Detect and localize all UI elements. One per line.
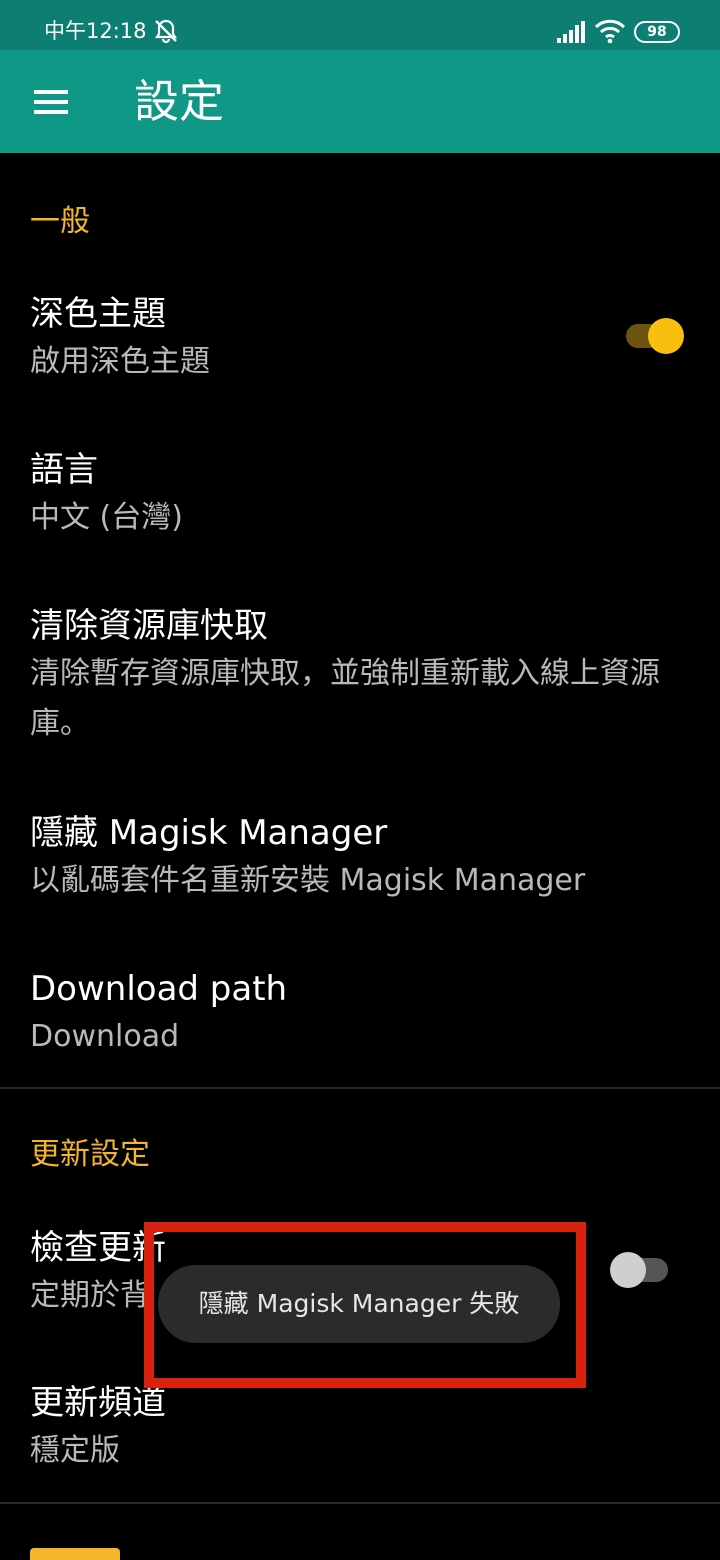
section-header-general: 一般: [30, 204, 90, 239]
pref-language-summary: 中文 (台灣): [30, 500, 183, 535]
signal-icon: [557, 21, 585, 43]
check-updates-switch[interactable]: [610, 1250, 672, 1290]
pref-dark-theme-summary: 啟用深色主題: [30, 344, 210, 379]
battery-icon: 98: [634, 21, 680, 43]
pref-hide-manager-summary: 以亂碼套件名重新安裝 Magisk Manager: [30, 863, 586, 898]
pref-dark-theme-title: 深色主題: [30, 294, 166, 334]
dark-theme-switch[interactable]: [624, 316, 686, 356]
status-bar: 中午12:18 98: [0, 0, 720, 50]
section-divider: [0, 1502, 720, 1504]
switch-thumb: [648, 318, 684, 354]
pref-clear-cache-summary: 清除暫存資源庫快取，並強制重新載入線上資源庫。: [30, 656, 660, 741]
section-header-update: 更新設定: [30, 1137, 150, 1172]
bell-off-icon: [154, 19, 178, 44]
pref-clear-cache-title: 清除資源庫快取: [30, 606, 268, 646]
pref-download-path-title: Download path: [30, 969, 288, 1009]
switch-thumb: [610, 1252, 646, 1288]
battery-level: 98: [647, 24, 667, 40]
pref-check-updates-title: 檢查更新: [30, 1228, 166, 1268]
pref-hide-manager-title: 隱藏 Magisk Manager: [30, 813, 388, 853]
settings-screen: 中午12:18 98 設定 一般 深色主題 啟用深色主題 語言 中文 (台灣) …: [0, 0, 720, 1560]
status-time: 中午12:18: [44, 19, 147, 43]
toast-message: 隱藏 Magisk Manager 失敗: [158, 1265, 560, 1343]
pref-update-channel-title: 更新頻道: [30, 1383, 166, 1423]
hamburger-menu-icon[interactable]: [26, 82, 78, 122]
pref-language-title: 語言: [30, 450, 98, 490]
wifi-icon: [594, 19, 626, 44]
pref-update-channel-summary: 穩定版: [30, 1433, 120, 1468]
app-bar: 設定: [0, 50, 720, 153]
pref-download-path-summary: Download: [30, 1019, 180, 1054]
page-title: 設定: [134, 75, 225, 128]
next-section-header-peek: [30, 1548, 120, 1560]
section-divider: [0, 1087, 720, 1089]
